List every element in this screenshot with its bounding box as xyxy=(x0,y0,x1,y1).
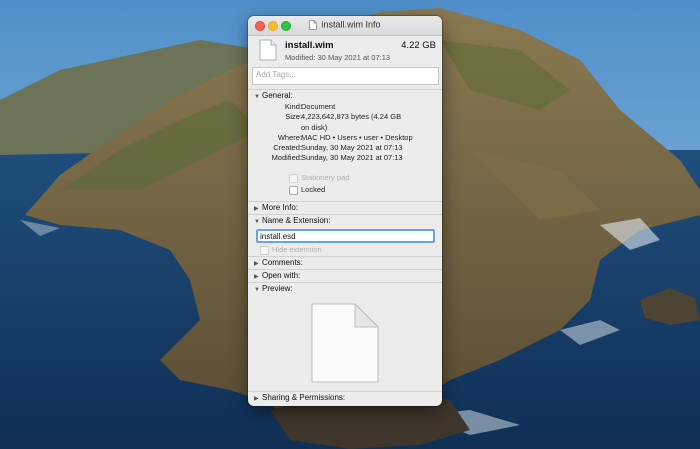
hide-extension-row: Hide extension xyxy=(248,243,442,256)
sharing-disclosure[interactable]: ▶ Sharing & Permissions: xyxy=(248,392,442,404)
sharing-header: Sharing & Permissions: xyxy=(262,392,346,402)
modified-value: Sunday, 30 May 2021 at 07:13 xyxy=(301,153,403,163)
name-extension-disclosure[interactable]: ▼ Name & Extension: xyxy=(248,215,442,227)
open-with-section: ▶ Open with: xyxy=(248,268,442,282)
preview-area xyxy=(248,295,442,391)
sharing-section: ▶ Sharing & Permissions: xyxy=(248,390,442,404)
more-info-section: ▶ More Info: xyxy=(248,200,442,214)
info-row: Size: 4,223,642,873 bytes (4.24 GB xyxy=(248,112,442,122)
where-label: Where: xyxy=(277,132,302,142)
modified-label: Modified: xyxy=(271,153,302,163)
file-name: install.wim xyxy=(285,40,334,51)
size-value-cont: on disk) xyxy=(301,122,328,132)
stationery-checkbox[interactable] xyxy=(289,173,298,183)
name-field[interactable]: install.esd xyxy=(256,228,435,243)
general-header: General: xyxy=(262,91,293,100)
info-row: Where: MAC HD • Users • user • Desktop xyxy=(248,133,442,143)
kind-value: Document xyxy=(301,102,336,111)
file-document-icon xyxy=(259,39,277,61)
locked-checkbox[interactable] xyxy=(289,185,298,195)
info-row: Modified: Sunday, 30 May 2021 at 07:13 xyxy=(248,153,442,163)
open-with-header: Open with: xyxy=(262,270,301,280)
info-row: on disk) xyxy=(248,123,442,133)
kind-label: Kind: xyxy=(284,102,302,111)
where-value: MAC HD • Users • user • Desktop xyxy=(301,132,413,142)
comments-section: ▶ Comments: xyxy=(248,255,442,269)
file-header: install.wim 4.22 GB Modified: 30 May 202… xyxy=(248,36,442,65)
general-disclosure[interactable]: ▼ General: xyxy=(248,90,442,102)
locked-label: Locked xyxy=(301,184,326,194)
comments-disclosure[interactable]: ▶ Comments: xyxy=(248,257,442,269)
preview-header: Preview: xyxy=(262,283,293,293)
open-with-disclosure[interactable]: ▶ Open with: xyxy=(248,270,442,282)
window-title: install.wim Info xyxy=(321,19,381,30)
general-section: ▼ General: Kind: Document Size: 4,223,642,8… xyxy=(248,89,442,201)
document-icon xyxy=(309,19,318,30)
more-info-header: More Info: xyxy=(262,202,299,212)
hide-extension-checkbox[interactable] xyxy=(260,245,269,255)
locked-row: Locked xyxy=(248,184,442,196)
info-window: install.wim Info install.wim 4.22 GB Mod… xyxy=(248,16,442,406)
title-bar[interactable]: install.wim Info xyxy=(248,16,442,36)
comments-header: Comments: xyxy=(262,257,303,267)
preview-section: ▼ Preview: xyxy=(248,281,442,391)
created-value: Sunday, 30 May 2021 at 07:13 xyxy=(301,143,403,153)
info-row: Kind: Document xyxy=(248,102,442,112)
disclosure-open-icon: ▼ xyxy=(254,218,260,225)
more-info-disclosure[interactable]: ▶ More Info: xyxy=(248,202,442,214)
created-label: Created: xyxy=(273,143,302,153)
stationery-label: Stationery pad xyxy=(301,172,350,182)
name-extension-section: ▼ Name & Extension: install.esd Hide exte… xyxy=(248,213,442,256)
size-label: Size: xyxy=(285,112,302,122)
info-row: Created: Sunday, 30 May 2021 at 07:13 xyxy=(248,143,442,153)
preview-disclosure[interactable]: ▼ Preview: xyxy=(248,283,442,295)
hide-extension-label: Hide extension xyxy=(272,244,322,254)
preview-document-icon xyxy=(311,302,380,383)
stationery-row: Stationery pad xyxy=(248,172,442,184)
file-modified: Modified: 30 May 2021 at 07:13 xyxy=(285,53,391,62)
tags-field[interactable]: Add Tags... xyxy=(252,67,439,85)
size-value: 4,223,642,873 bytes (4.24 GB xyxy=(301,112,402,122)
file-size: 4.22 GB xyxy=(401,40,436,51)
name-extension-header: Name & Extension: xyxy=(262,215,331,225)
disclosure-closed-icon: ▶ xyxy=(254,395,259,402)
